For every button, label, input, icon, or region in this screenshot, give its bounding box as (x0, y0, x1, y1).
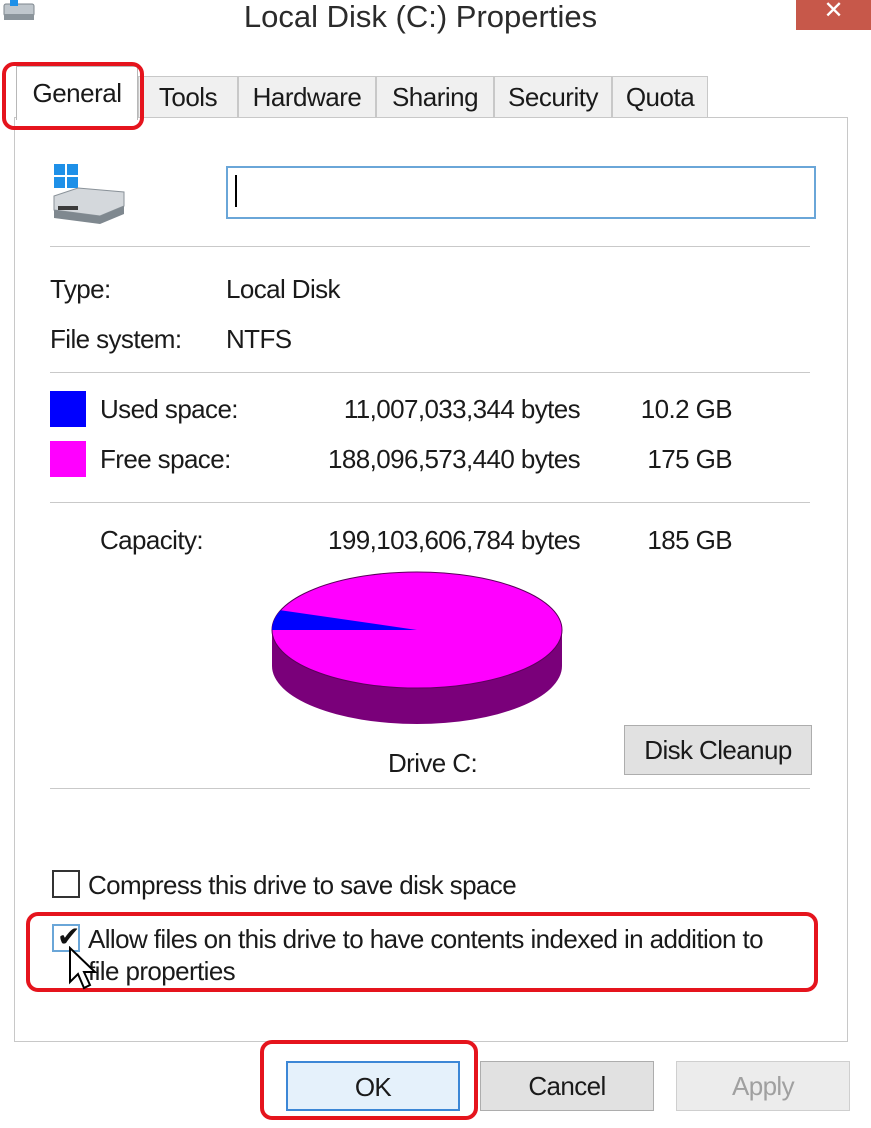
text-caret (235, 175, 237, 207)
type-value: Local Disk (226, 274, 341, 304)
capacity-size: 185 GB (647, 525, 732, 555)
disk-usage-pie (271, 571, 563, 724)
compress-checkbox[interactable] (52, 870, 80, 898)
separator (50, 246, 810, 247)
apply-button[interactable]: Apply (676, 1061, 850, 1111)
tab-security[interactable]: Security (494, 76, 612, 118)
file-system-value: NTFS (226, 324, 292, 354)
tab-label: Sharing (391, 82, 479, 112)
tab-quota[interactable]: Quota (612, 76, 708, 118)
capacity-bytes: 199,103,606,784 bytes (328, 525, 581, 555)
drive-label: Drive C: (388, 748, 478, 778)
disk-cleanup-button[interactable]: Disk Cleanup (624, 725, 812, 775)
tab-label: Quota (625, 82, 695, 112)
tab-label: Tools (158, 82, 218, 112)
mouse-cursor-icon (69, 946, 98, 990)
used-space-label: Used space: (100, 394, 239, 424)
index-label-line1: Allow files on this drive to have conten… (88, 924, 764, 954)
used-space-bytes: 11,007,033,344 bytes (343, 394, 581, 424)
tab-label: General (32, 78, 123, 108)
compress-label: Compress this drive to save disk space (88, 870, 517, 900)
close-button[interactable]: ✕ (796, 0, 871, 30)
used-space-size: 10.2 GB (640, 394, 733, 424)
tab-sharing[interactable]: Sharing (376, 76, 494, 118)
separator (50, 788, 810, 789)
drive-name-input[interactable] (226, 166, 816, 219)
file-system-label: File system: (50, 324, 182, 354)
windows-drive-icon (48, 162, 130, 226)
window-title: Local Disk (C:) Properties (243, 0, 598, 34)
separator (50, 372, 810, 373)
tab-general[interactable]: General (16, 66, 138, 120)
capacity-label: Capacity: (100, 525, 204, 555)
used-space-swatch (50, 391, 86, 427)
tab-tools[interactable]: Tools (138, 76, 238, 118)
type-label: Type: (50, 274, 111, 304)
tab-hardware[interactable]: Hardware (238, 76, 376, 118)
index-label-line2: file properties (88, 956, 236, 986)
free-space-bytes: 188,096,573,440 bytes (328, 444, 581, 474)
separator (50, 502, 810, 503)
tab-label: Security (508, 82, 598, 112)
close-icon: ✕ (823, 0, 844, 24)
tab-label: Hardware (252, 82, 362, 112)
free-space-size: 175 GB (647, 444, 732, 474)
free-space-swatch (50, 441, 86, 477)
ok-button[interactable]: OK (286, 1061, 460, 1111)
free-space-label: Free space: (100, 444, 231, 474)
cancel-button[interactable]: Cancel (480, 1061, 654, 1111)
